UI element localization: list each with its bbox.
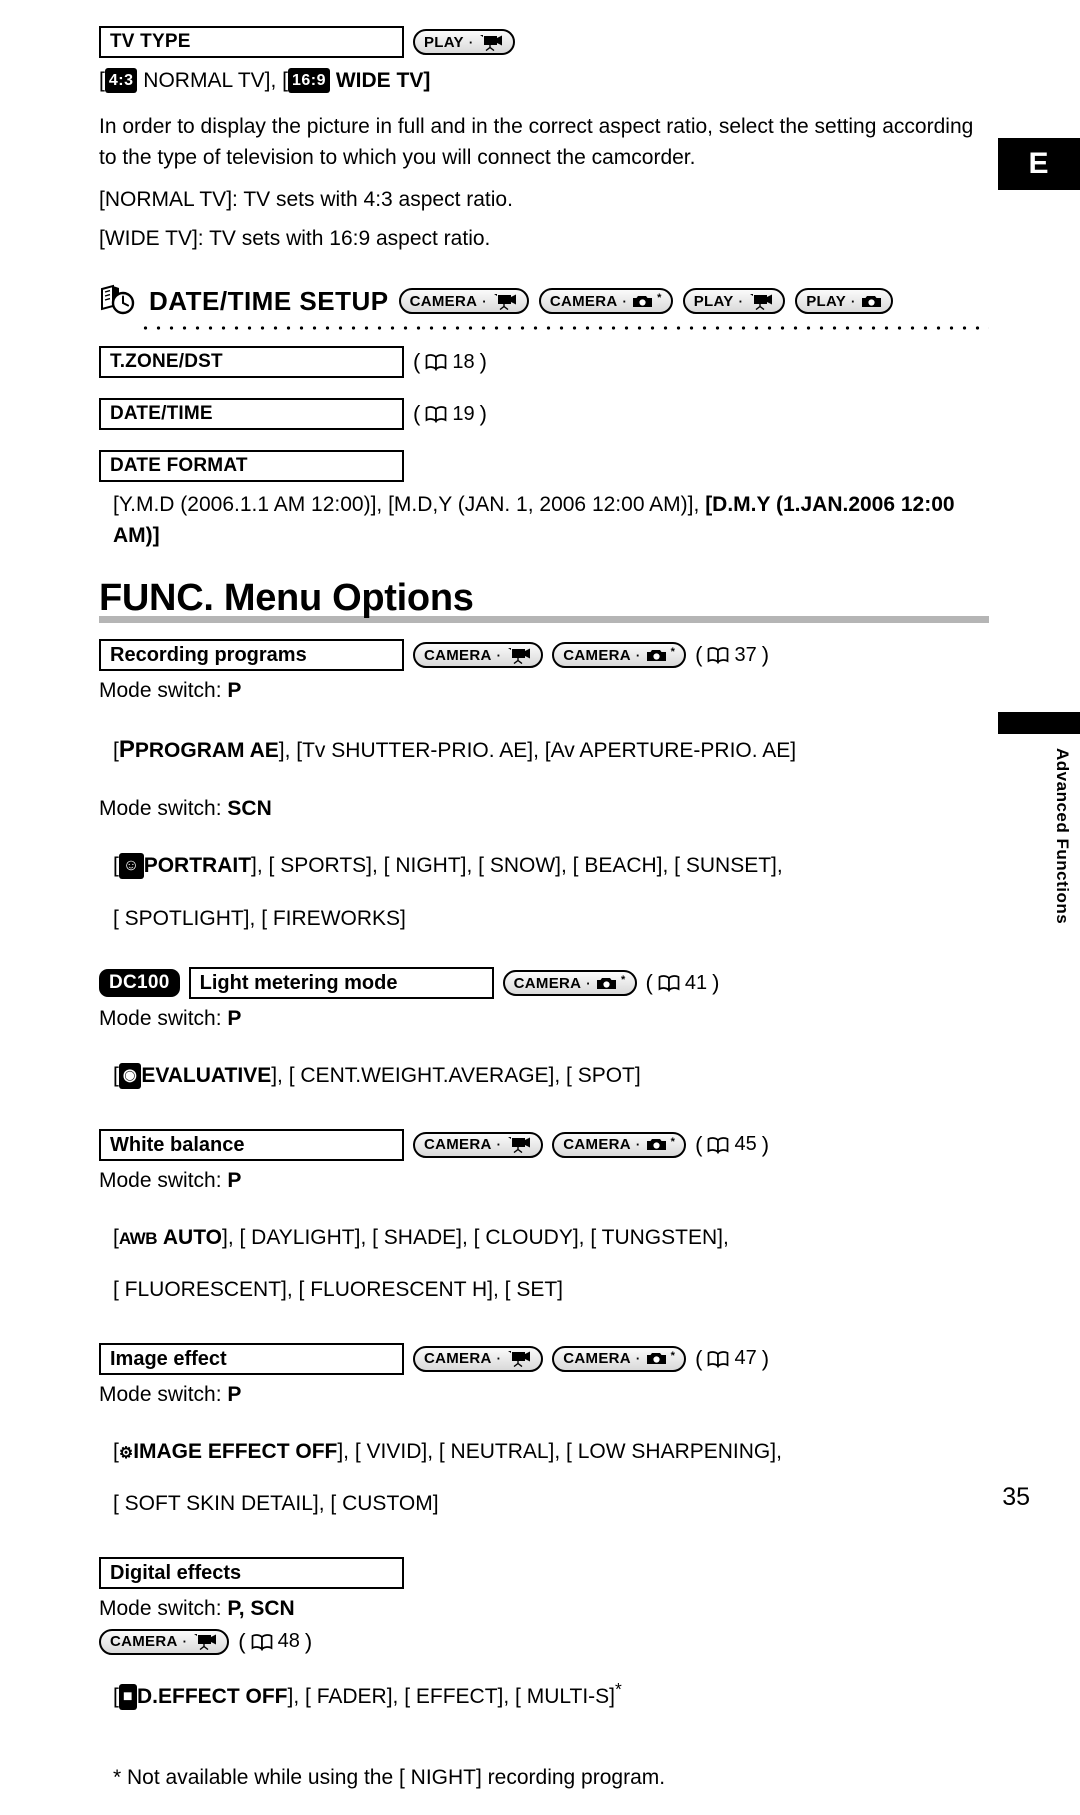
- mode-badge-play-movie: PLAY ·: [413, 29, 516, 55]
- model-badge-dc100: DC100: [99, 969, 180, 998]
- mode-badge-camera-photo: CAMERA · *: [538, 288, 673, 315]
- evaluative-icon: ◉: [118, 1063, 142, 1090]
- white-balance-line-1: [AWB AUTO], [ DAYLIGHT], [ SHADE], [ CLO…: [113, 1225, 729, 1249]
- mode-badge-camera-movie: CAMERA ·: [413, 642, 544, 669]
- mode-badge-camera-photo: CAMERA · *: [552, 642, 687, 669]
- mode-badge-camera-photo: CAMERA · *: [502, 970, 637, 997]
- mode-badge-play-movie-2: PLAY ·: [682, 288, 786, 315]
- tzone-dst-row: T.ZONE/DST ( 18): [99, 346, 989, 379]
- page-reference-18: ( 18): [413, 349, 487, 375]
- page-reference-48: ( 48): [238, 1628, 313, 1654]
- digital-effects-badge-row: CAMERA · ( 48): [99, 1628, 989, 1655]
- language-tab: E: [998, 138, 1080, 190]
- manual-page: E Advanced Functions 35 TV TYPE PLAY · [4…: [0, 0, 1080, 1789]
- book-icon: [708, 1350, 729, 1368]
- white-balance-header: White balance CAMERA · CAMERA · * (45): [99, 1128, 989, 1161]
- setting-title-image-effect: Image effect: [99, 1342, 404, 1375]
- setting-title-date-time: DATE/TIME: [99, 398, 404, 431]
- tv-type-options: [4:3 NORMAL TV], [16:9 WIDE TV]: [99, 68, 431, 94]
- setting-title-recording-programs: Recording programs: [99, 639, 404, 672]
- calendar-clock-icon: [101, 284, 135, 315]
- digital-effects-footnote: * Not available while using the [ NIGHT]…: [113, 1766, 666, 1790]
- mode-badge-camera-movie: CAMERA ·: [413, 1131, 544, 1158]
- book-icon: [425, 406, 447, 424]
- tv-type-header: TV TYPE PLAY ·: [99, 26, 989, 58]
- mode-badge-camera-photo: CAMERA · *: [552, 1131, 687, 1158]
- setting-title-digital-effects: Digital effects: [99, 1556, 404, 1589]
- book-icon: [425, 354, 447, 372]
- page-number: 35: [1002, 1483, 1030, 1511]
- digital-effects-options: [■ D.EFFECT OFF], [ FADER], [ EFFECT], [ …: [113, 1678, 622, 1710]
- page-reference-19: ( 19): [413, 401, 487, 427]
- setting-title-tv-type: TV TYPE: [99, 26, 404, 58]
- func-menu-title: FUNC. Menu Options: [99, 577, 474, 620]
- mode-switch-p-wb: Mode switch: P: [99, 1168, 242, 1192]
- mode-badge-camera-movie: CAMERA ·: [398, 288, 529, 315]
- recording-programs-options: [PPROGRAM AE], [Tv SHUTTER-PRIO. AE], [A…: [113, 736, 797, 764]
- awb-icon: AWB: [118, 1228, 158, 1248]
- effect-off-icon: ⚙: [118, 1444, 134, 1462]
- book-icon: [251, 1633, 272, 1651]
- mode-switch-p-scn-digital: Mode switch: P, SCN: [99, 1596, 295, 1620]
- func-menu-heading: FUNC. Menu Options: [99, 577, 989, 624]
- image-effect-line-1: [⚙IMAGE EFFECT OFF], [ VIVID], [ NEUTRAL…: [113, 1439, 782, 1463]
- content-column: TV TYPE PLAY · [4:3 NORMAL TV], [16:9 WID…: [99, 0, 989, 1815]
- mode-switch-p-effect: Mode switch: P: [99, 1382, 242, 1406]
- book-icon: [658, 975, 680, 992]
- mode-badge-camera-movie: CAMERA ·: [99, 1628, 230, 1655]
- light-metering-options: [◉ EVALUATIVE], [ CENT.WEIGHT.AVERAGE], […: [113, 1063, 641, 1090]
- date-time-setup-header: DATE/TIME SETUP CAMERA · CAMERA · * PLAY…: [99, 284, 989, 318]
- page-reference-41: ( 41): [645, 970, 720, 996]
- tv-type-note-normal: [NORMAL TV]: TV sets with 4:3 aspect rat…: [99, 188, 513, 212]
- setting-title-light-metering: Light metering mode: [188, 967, 494, 1000]
- mode-switch-p: Mode switch: P: [99, 679, 242, 703]
- book-icon: [708, 647, 729, 664]
- page-reference-45: ( 45): [695, 1131, 770, 1157]
- date-format-options: [Y.M.D (2006.1.1 AM 12:00)], [M.D,Y (JAN…: [113, 493, 955, 547]
- setting-title-date-format: DATE FORMAT: [99, 450, 404, 483]
- page-reference-47: ( 47): [695, 1345, 770, 1371]
- book-icon: [708, 1136, 729, 1154]
- mode-badge-camera-photo: CAMERA · *: [552, 1345, 687, 1372]
- tv-type-note-wide: [WIDE TV]: TV sets with 16:9 aspect rati…: [99, 226, 491, 250]
- light-metering-header: DC100 Light metering mode CAMERA · * ( 41…: [99, 967, 989, 1000]
- aspect-badge-4-3: 4:3: [104, 68, 138, 94]
- setting-title-tzone-dst: T.ZONE/DST: [99, 346, 404, 379]
- mode-badge-play-photo: PLAY ·: [795, 288, 893, 315]
- portrait-icon: ☺: [118, 853, 144, 880]
- digital-effects-header: Digital effects: [99, 1556, 989, 1589]
- setting-title-white-balance: White balance: [99, 1128, 404, 1161]
- mode-badge-camera-movie: CAMERA ·: [413, 1345, 544, 1372]
- side-chapter-bar: [998, 712, 1080, 734]
- side-chapter-label: Advanced Functions: [1053, 748, 1072, 925]
- scene-modes-line-2: [ SPOTLIGHT], [ FIREWORKS]: [113, 906, 406, 930]
- tv-type-paragraph: In order to display the picture in full …: [99, 115, 974, 169]
- d-effect-off-icon: ■: [118, 1683, 138, 1710]
- date-format-row: DATE FORMAT: [99, 450, 989, 483]
- page-reference-37: ( 37): [695, 642, 770, 668]
- mode-switch-scn: Mode switch: SCN: [99, 797, 272, 821]
- mode-switch-p-metering: Mode switch: P: [99, 1007, 242, 1031]
- date-time-setup-title: DATE/TIME SETUP: [149, 285, 389, 316]
- scene-modes-line-1: [☺ PORTRAIT], [ SPORTS], [ NIGHT], [ SNOW…: [113, 853, 783, 880]
- image-effect-header: Image effect CAMERA · CAMERA · * (47): [99, 1342, 989, 1375]
- recording-programs-header: Recording programs CAMERA· CAMERA· * (: [99, 639, 989, 672]
- date-time-row: DATE/TIME ( 19): [99, 398, 989, 431]
- white-balance-line-2: [ FLUORESCENT], [ FLUORESCENT H], [ SET]: [113, 1278, 564, 1302]
- aspect-badge-16-9: 16:9: [288, 68, 331, 94]
- image-effect-line-2: [ SOFT SKIN DETAIL], [ CUSTOM]: [113, 1492, 439, 1516]
